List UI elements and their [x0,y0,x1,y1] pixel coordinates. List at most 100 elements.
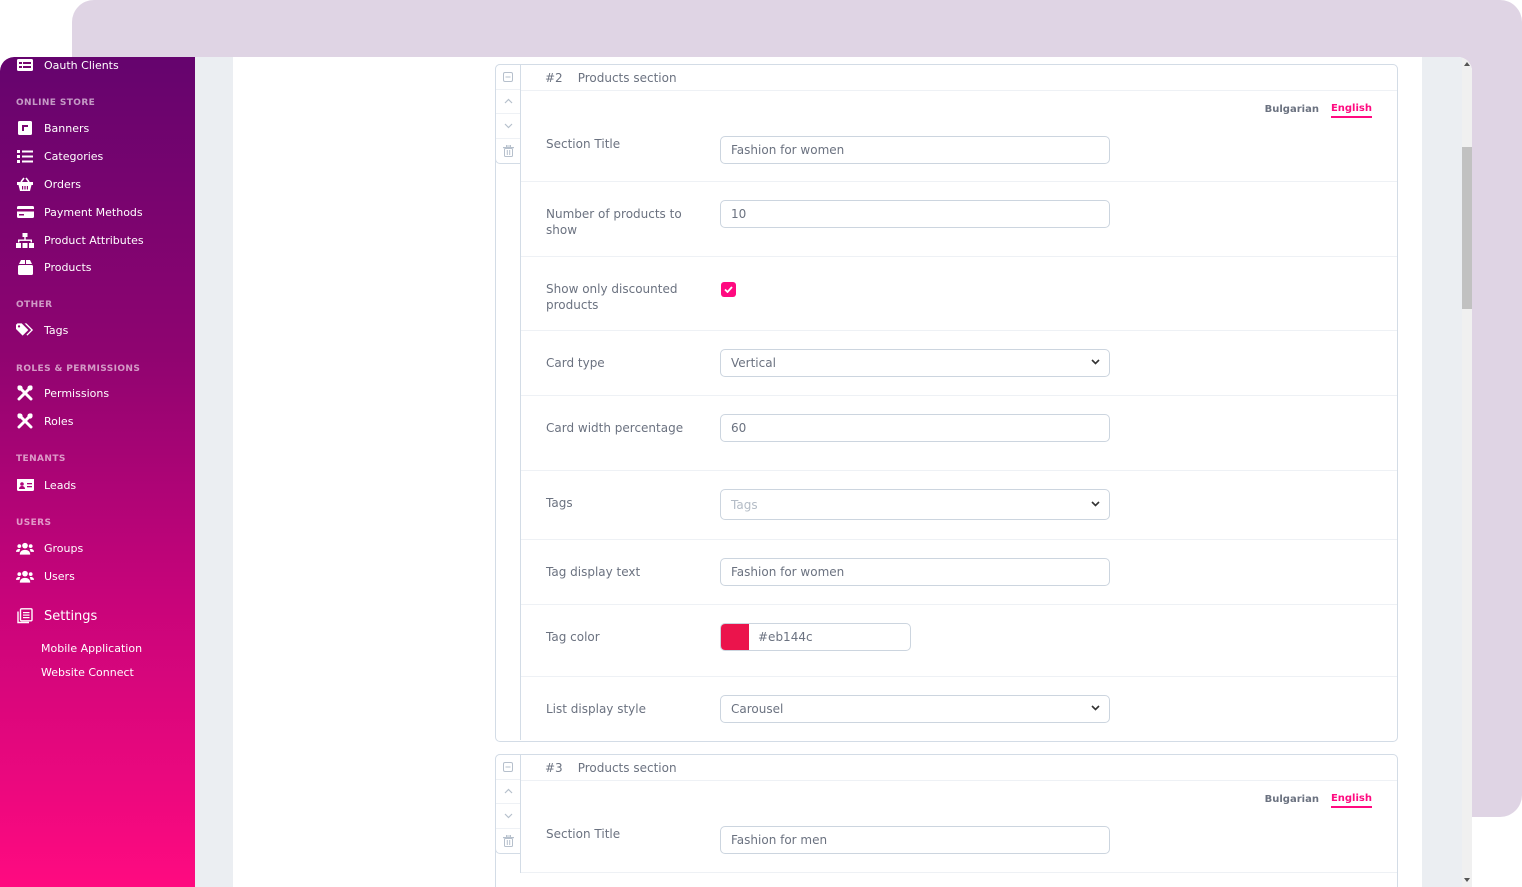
section-body: Bulgarian English Section Title Fashion … [520,781,1397,873]
delete-section-button[interactable] [496,829,520,854]
move-up-button[interactable] [496,90,520,114]
field-label: Section Title [546,137,621,151]
sidebar-item-product-attributes[interactable]: Product Attributes [16,230,144,250]
field-row-tag-display-text: Tag display text Fashion for women [521,540,1397,605]
delete-section-button[interactable] [496,139,520,164]
sidebar-subitem-website-connect[interactable]: Website Connect [41,666,134,679]
card-type-select[interactable]: Vertical [720,349,1110,377]
field-label: Tag display text [546,565,641,579]
sidebar-item-label: Product Attributes [44,233,144,247]
sidebar-item-orders[interactable]: Orders [16,174,81,194]
move-down-button[interactable] [496,114,520,139]
sidebar-heading-users: USERS [16,518,52,528]
section-number: #2 [545,70,563,85]
field-label: Section Title [546,827,621,841]
box-icon [16,259,34,275]
field-label: Number of products to show [546,207,682,237]
field-label: Tags [546,496,573,510]
sidebar-item-groups[interactable]: Groups [16,538,83,558]
tag-display-text-input[interactable]: Fashion for women [720,558,1110,586]
sidebar-item-label: Leads [44,478,77,492]
credit-card-icon [16,204,34,220]
check-icon [724,286,733,293]
chevron-down-icon [1091,359,1100,365]
sidebar-item-label: Users [44,569,75,583]
users-icon [16,540,34,556]
tab-bulgarian[interactable]: Bulgarian [1265,794,1319,807]
tools-icon [16,413,34,429]
field-row-tag-color: Tag color #eb144c [521,605,1397,677]
sidebar-item-payment-methods[interactable]: Payment Methods [16,202,143,222]
users-icon [16,568,34,584]
basket-icon [16,176,34,192]
sidebar-item-label: Oauth Clients [44,58,119,72]
sidebar-item-tags[interactable]: Tags [16,320,68,340]
sidebar-item-products[interactable]: Products [16,257,92,277]
sidebar-item-leads[interactable]: Leads [16,475,76,495]
sidebar-item-categories[interactable]: Categories [16,146,103,166]
chevron-down-icon [504,813,512,819]
field-row-section-title: Section Title Fashion for men [521,819,1397,873]
vertical-scrollbar[interactable] [1462,57,1472,887]
scrollbar-thumb[interactable] [1462,147,1472,309]
tags-icon [16,322,34,338]
sidebar-item-users[interactable]: Users [16,566,75,586]
select-placeholder: Tags [731,497,758,512]
tab-english[interactable]: English [1330,793,1372,808]
move-up-button[interactable] [496,780,520,804]
tag-color-input[interactable]: #eb144c [720,623,911,651]
sidebar-item-label: Groups [44,541,84,555]
id-card-icon [16,477,34,493]
sidebar-item-settings[interactable]: Settings [16,606,97,626]
sidebar-item-label: Tags [44,323,69,337]
app-window: Oauth Clients ONLINE STORE Banners Categ… [0,57,1472,887]
section-controls [495,754,521,854]
trash-icon [502,144,514,157]
language-tabs: Bulgarian English [521,91,1397,129]
products-section-3: #3 Products section Bulgarian English Se… [495,754,1398,887]
sidebar-subitem-mobile-application[interactable]: Mobile Application [41,642,142,655]
field-row-tags: Tags Tags [521,471,1397,540]
color-swatch[interactable] [721,624,749,650]
field-label: Tag color [546,630,600,644]
scroll-down-arrow-icon[interactable] [1464,878,1470,882]
trash-icon [502,834,514,847]
collapse-button[interactable] [496,65,520,90]
sidebar-heading-other: OTHER [16,300,53,310]
field-label: Show only discounted products [546,282,678,312]
sidebar-item-roles[interactable]: Roles [16,411,73,431]
list-display-style-select[interactable]: Carousel [720,695,1110,723]
minus-square-icon [503,761,513,772]
tab-bulgarian[interactable]: Bulgarian [1265,104,1319,117]
sidebar-item-label: Banners [44,121,90,135]
tab-english[interactable]: English [1330,103,1372,118]
collapse-button[interactable] [496,755,520,780]
num-products-input[interactable]: 10 [720,200,1110,228]
sidebar-item-label: Products [44,260,92,274]
field-row-card-type: Card type Vertical [521,331,1397,396]
tools-icon [16,385,34,401]
chevron-up-icon [504,98,512,104]
card-width-input[interactable]: 60 [720,414,1110,442]
minus-square-icon [503,71,513,82]
move-down-button[interactable] [496,804,520,829]
section-number: #3 [545,760,563,775]
discounted-checkbox[interactable] [721,282,736,297]
sidebar-item-permissions[interactable]: Permissions [16,383,109,403]
field-label: Card width percentage [546,421,684,435]
select-value: Vertical [731,356,776,370]
section-title-input[interactable]: Fashion for women [720,136,1110,164]
sidebar-item-oauth-clients[interactable]: Oauth Clients [16,57,119,75]
field-row-card-width: Card width percentage 60 [521,396,1397,471]
chevron-down-icon [504,123,512,129]
sidebar-item-label: Permissions [44,386,110,400]
tags-select[interactable]: Tags [720,489,1110,520]
scroll-up-arrow-icon[interactable] [1464,62,1470,66]
sidebar-item-banners[interactable]: Banners [16,118,89,138]
sidebar: Oauth Clients ONLINE STORE Banners Categ… [0,57,195,887]
sidebar-item-label: Settings [44,608,98,624]
field-row-section-title: Section Title Fashion for women [521,129,1397,182]
field-label: Card type [546,356,605,370]
field-row-discounted: Show only discounted products [521,257,1397,331]
section-title-input[interactable]: Fashion for men [720,826,1110,854]
